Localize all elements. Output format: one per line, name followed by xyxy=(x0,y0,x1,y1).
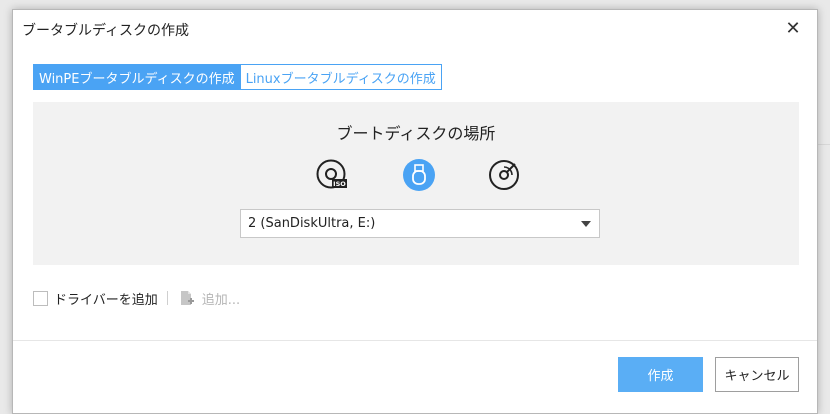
media-selector: ISO xyxy=(33,158,799,192)
chevron-down-icon xyxy=(581,221,591,227)
device-select[interactable]: 2 (SanDiskUltra, E:) xyxy=(240,209,600,238)
svg-text:ISO: ISO xyxy=(333,180,346,188)
create-bootable-disk-dialog: ブータブルディスクの作成 ✕ WinPEブータブルディスクの作成 Linuxブー… xyxy=(12,9,818,414)
add-file-icon xyxy=(180,290,194,306)
create-button[interactable]: 作成 xyxy=(618,357,703,392)
driver-row: ドライバーを追加 追加... xyxy=(33,288,240,308)
close-icon[interactable]: ✕ xyxy=(783,18,803,39)
boot-location-panel: ブートディスクの場所 ISO 2 (SanDiskUltra, E:) xyxy=(33,102,799,265)
add-driver-link: 追加... xyxy=(201,292,241,308)
dialog-title: ブータブルディスクの作成 xyxy=(22,23,190,39)
panel-title: ブートディスクの場所 xyxy=(336,124,496,143)
cd-icon[interactable] xyxy=(488,158,522,192)
cancel-button[interactable]: キャンセル xyxy=(715,357,799,392)
add-driver-label: ドライバーを追加 xyxy=(54,292,158,308)
title-bar: ブータブルディスクの作成 ✕ xyxy=(13,10,817,46)
footer-divider xyxy=(13,340,817,341)
usb-icon[interactable] xyxy=(402,158,436,192)
tab-winpe[interactable]: WinPEブータブルディスクの作成 xyxy=(33,64,241,90)
background-line xyxy=(818,144,830,145)
iso-icon[interactable]: ISO xyxy=(315,158,349,192)
add-driver-checkbox[interactable] xyxy=(33,290,48,306)
tab-linux[interactable]: Linuxブータブルディスクの作成 xyxy=(240,64,442,90)
separator xyxy=(166,291,168,305)
tab-strip: WinPEブータブルディスクの作成 Linuxブータブルディスクの作成 xyxy=(33,64,442,90)
device-select-value: 2 (SanDiskUltra, E:) xyxy=(248,216,376,231)
